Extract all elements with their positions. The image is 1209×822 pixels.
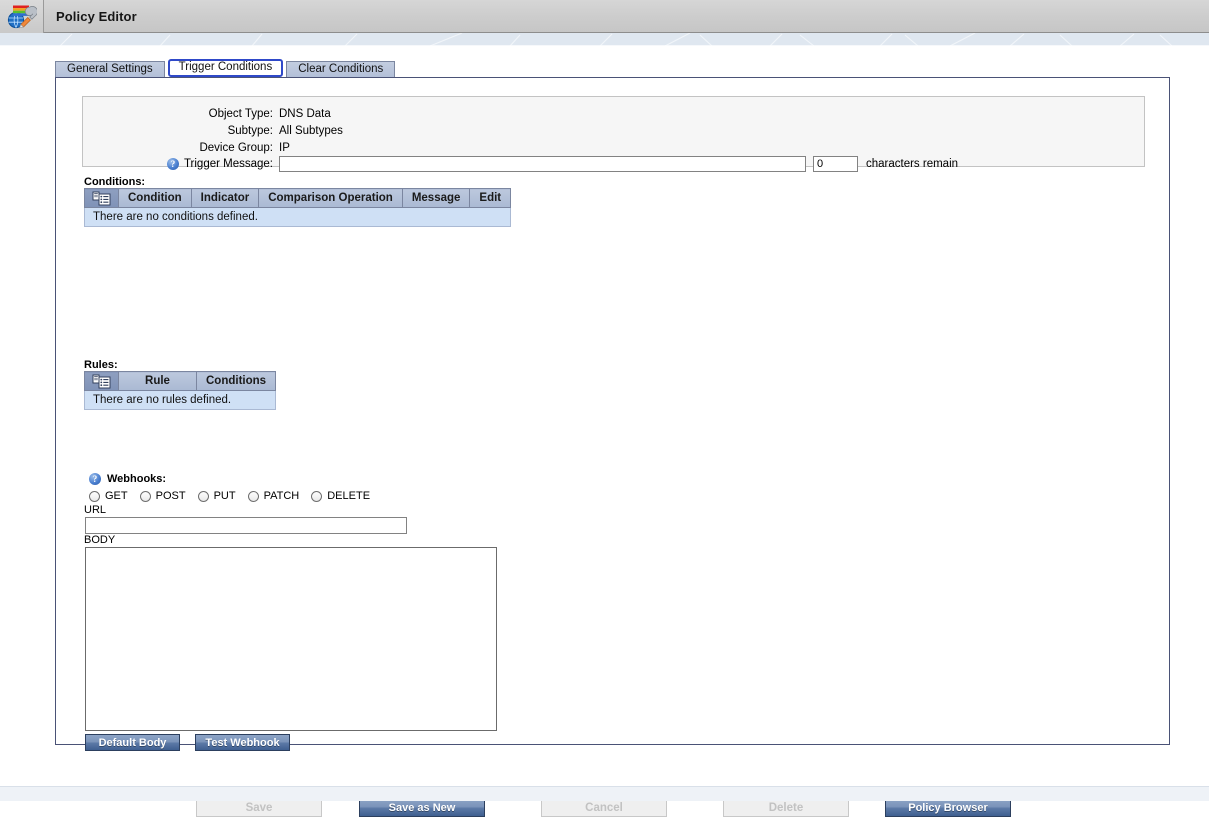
help-circle-icon[interactable]: ? — [89, 473, 101, 485]
webhook-method-delete[interactable]: DELETE — [311, 490, 370, 502]
trigger-conditions-panel: Object Type: DNS Data Subtype: All Subty… — [55, 77, 1170, 751]
webhook-method-delete-label: DELETE — [327, 490, 371, 502]
rules-table: Rule Conditions There are no rules defin… — [83, 371, 277, 410]
characters-remain-label: characters remain — [866, 157, 959, 170]
radio-post-icon[interactable] — [139, 490, 151, 502]
tab-clear-conditions-label: Clear Conditions — [298, 62, 384, 75]
rules-col-rule: Rule — [118, 371, 197, 391]
webhook-method-radio-group: GET POST PUT PATCH DELETE — [89, 490, 382, 502]
footer-button-bar: Save Save as New Cancel Delete Policy Br… — [0, 798, 1209, 822]
tab-bar: General Settings Trigger Conditions Clea… — [55, 59, 396, 77]
webhook-body-textarea[interactable] — [85, 547, 497, 731]
device-group-row: Device Group: IP — [83, 139, 290, 156]
conditions-col-comparison-operation: Comparison Operation — [258, 188, 403, 208]
webhook-url-label: URL — [84, 504, 107, 516]
conditions-add-row-button[interactable] — [84, 188, 119, 208]
conditions-header-row: Condition Indicator Comparison Operation… — [84, 188, 512, 208]
conditions-col-edit: Edit — [469, 188, 512, 208]
subtype-row: Subtype: All Subtypes — [83, 122, 343, 139]
new-row-icon — [92, 191, 111, 205]
conditions-col-message: Message — [401, 188, 471, 208]
rules-col-conditions: Conditions — [195, 371, 277, 391]
bottom-decorative-band — [0, 786, 1209, 801]
tab-trigger-conditions-label: Trigger Conditions — [178, 61, 273, 74]
device-group-value: IP — [279, 141, 290, 154]
webhook-body-label: BODY — [84, 534, 116, 546]
conditions-empty-row: There are no conditions defined. — [83, 207, 512, 227]
webhook-method-get[interactable]: GET — [89, 490, 128, 502]
band-pattern — [0, 33, 1209, 46]
object-type-row: Object Type: DNS Data — [83, 105, 331, 122]
rules-section-label: Rules: — [84, 359, 118, 371]
decorative-band — [0, 33, 1209, 46]
radio-delete-icon[interactable] — [311, 490, 323, 502]
window-title: Policy Editor — [56, 8, 137, 24]
conditions-table: Condition Indicator Comparison Operation… — [83, 188, 512, 227]
webhook-url-input[interactable] — [85, 517, 407, 534]
policy-editor-icon — [7, 5, 37, 28]
conditions-empty-text: There are no conditions defined. — [83, 207, 512, 227]
webhook-method-post-label: POST — [155, 490, 186, 502]
trigger-message-input[interactable] — [279, 155, 806, 172]
trigger-message-label-wrap: ? Trigger Message: — [83, 157, 279, 170]
default-body-button[interactable]: Default Body — [85, 734, 180, 751]
tab-trigger-conditions[interactable]: Trigger Conditions — [167, 59, 284, 77]
conditions-table-body: There are no conditions defined. — [83, 207, 512, 227]
radio-get-icon[interactable] — [89, 490, 100, 502]
device-group-label: Device Group: — [199, 141, 273, 154]
characters-remain-input[interactable] — [813, 155, 858, 172]
trigger-message-row: ? Trigger Message: characters remain — [83, 155, 958, 172]
subtype-value: All Subtypes — [279, 124, 343, 137]
rules-table-body: There are no rules defined. — [83, 390, 277, 410]
webhook-method-patch[interactable]: PATCH — [247, 490, 300, 502]
webhook-method-put-label: PUT — [213, 490, 236, 502]
rules-header-row: Rule Conditions — [84, 371, 277, 391]
trigger-message-label: Trigger Message: — [183, 157, 273, 170]
policy-editor-window: Policy Editor General Settings Trigger C… — [0, 0, 1209, 817]
tab-general-settings-label: General Settings — [67, 62, 153, 75]
conditions-table-head: Condition Indicator Comparison Operation… — [84, 188, 512, 208]
rules-add-row-button[interactable] — [84, 371, 119, 391]
webhook-method-post[interactable]: POST — [139, 490, 186, 502]
object-info-box: Object Type: DNS Data Subtype: All Subty… — [82, 96, 1145, 172]
webhook-method-put[interactable]: PUT — [197, 490, 236, 502]
rules-empty-row: There are no rules defined. — [83, 390, 277, 410]
page-content: General Settings Trigger Conditions Clea… — [0, 46, 1209, 817]
tab-clear-conditions[interactable]: Clear Conditions — [286, 61, 396, 77]
webhooks-section-header: ? Webhooks: — [89, 473, 166, 485]
help-circle-icon[interactable]: ? — [166, 157, 179, 170]
rules-table-head: Rule Conditions — [84, 371, 277, 391]
window-titlebar: Policy Editor — [0, 0, 1209, 33]
object-type-label: Object Type: — [208, 107, 273, 120]
object-type-value: DNS Data — [279, 107, 331, 120]
conditions-section-label: Conditions: — [84, 176, 146, 188]
webhook-method-patch-label: PATCH — [263, 490, 300, 502]
rules-empty-text: There are no rules defined. — [83, 390, 277, 410]
conditions-col-indicator: Indicator — [190, 188, 260, 208]
radio-put-icon[interactable] — [197, 490, 209, 502]
conditions-col-condition: Condition — [118, 188, 192, 208]
webhooks-section-label: Webhooks: — [107, 473, 167, 485]
radio-patch-icon[interactable] — [247, 490, 259, 502]
new-row-icon — [92, 374, 111, 388]
test-webhook-button[interactable]: Test Webhook — [195, 734, 290, 751]
tab-general-settings[interactable]: General Settings — [55, 61, 165, 77]
webhook-method-get-label: GET — [105, 490, 128, 502]
subtype-label: Subtype: — [227, 124, 273, 137]
titlebar-icon-container — [0, 0, 44, 33]
